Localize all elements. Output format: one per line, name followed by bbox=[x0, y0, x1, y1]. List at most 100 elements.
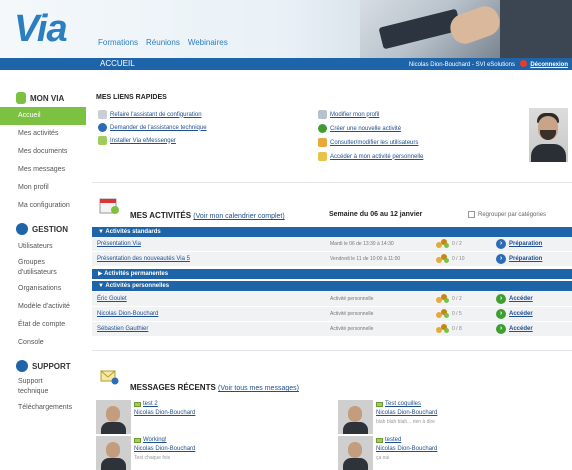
prepare-button[interactable]: › Préparation bbox=[496, 254, 542, 264]
activity-time: Mardi le 06 de 13:30 à 14:30 bbox=[330, 241, 394, 247]
arrow-right-icon: › bbox=[496, 254, 506, 264]
activity-time: Activité personnelle bbox=[330, 296, 374, 302]
category-permanent[interactable]: ▶ Activités permanentes bbox=[92, 269, 572, 279]
section-gestion: GESTION bbox=[0, 223, 86, 235]
help-icon bbox=[16, 360, 28, 372]
table-row: Nicolas Dion-Bouchard Activité personnel… bbox=[92, 307, 572, 322]
quick-link-messenger[interactable]: Installer Via eMessenger bbox=[98, 136, 176, 145]
messages-icon bbox=[100, 370, 119, 385]
user-info: Nicolas Dion-Bouchard - SVI eSolutions D… bbox=[409, 60, 568, 68]
nav-webinaires[interactable]: Webinaires bbox=[188, 38, 228, 47]
envelope-icon bbox=[134, 437, 141, 443]
activity-name[interactable]: Nicolas Dion-Bouchard bbox=[97, 311, 158, 317]
profile-photo[interactable] bbox=[529, 108, 568, 162]
calendar-icon bbox=[318, 152, 327, 161]
message-item[interactable]: Working! Nicolas Dion-Bouchard Test chaq… bbox=[96, 436, 296, 470]
week-label: Semaine du 06 au 12 janvier bbox=[329, 211, 423, 218]
section-mon-via: MON VIA bbox=[0, 92, 86, 104]
message-item[interactable]: tested Nicolas Dion-Bouchard ça oui bbox=[338, 436, 538, 470]
main-content: MES LIENS RAPIDES Refaire l'assistant de… bbox=[92, 70, 572, 470]
user-name: Nicolas Dion-Bouchard - SVI eSolutions bbox=[408, 62, 515, 68]
person-icon bbox=[16, 92, 26, 104]
sidebar-item-support-technique[interactable]: Support technique bbox=[0, 375, 60, 399]
wizard-icon bbox=[98, 110, 107, 119]
participants-icon bbox=[436, 309, 449, 319]
message-item[interactable]: Test coquilles Nicolas Dion-Bouchard bla… bbox=[338, 400, 538, 434]
table-row: Présentation Via Mardi le 06 de 13:30 à … bbox=[92, 237, 572, 252]
nav-reunions[interactable]: Réunions bbox=[146, 38, 180, 47]
message-subject[interactable]: Working! bbox=[143, 437, 167, 443]
users-icon bbox=[318, 138, 327, 147]
message-sender[interactable]: Nicolas Dion-Bouchard bbox=[134, 446, 195, 452]
sidebar-item-console[interactable]: Console bbox=[0, 334, 86, 352]
regroup-checkbox[interactable] bbox=[468, 211, 475, 218]
participants: 0 / 8 bbox=[436, 324, 462, 334]
message-snippet: ça oui bbox=[376, 455, 390, 461]
participants-icon bbox=[436, 324, 449, 334]
message-subject[interactable]: tested bbox=[385, 437, 401, 443]
participants-icon bbox=[436, 254, 449, 264]
sidebar-item-utilisateurs[interactable]: Utilisateurs bbox=[0, 238, 86, 256]
quick-link-edit-profile[interactable]: Modifier mon profil bbox=[318, 110, 379, 119]
category-standard[interactable]: ▼ Activités standards bbox=[92, 227, 572, 237]
quick-link-new-activity[interactable]: Créer une nouvelle activité bbox=[318, 124, 401, 133]
arrow-right-icon: › bbox=[496, 294, 506, 304]
sidebar-item-mes-messages[interactable]: Mes messages bbox=[0, 161, 86, 179]
activity-name[interactable]: Présentation des nouveautés Via 5 bbox=[97, 256, 190, 262]
activity-name[interactable]: Éric Goulet bbox=[97, 296, 127, 302]
header-banner-image bbox=[360, 0, 572, 58]
participants: 0 / 2 bbox=[436, 294, 462, 304]
activities-title: MES ACTIVITÉS (Voir mon calendrier compl… bbox=[130, 211, 285, 220]
add-icon bbox=[318, 124, 327, 133]
divider bbox=[92, 182, 572, 183]
sidebar-item-etat-compte[interactable]: État de compte bbox=[0, 316, 86, 334]
activity-time: Activité personnelle bbox=[330, 326, 374, 332]
access-button[interactable]: › Accéder bbox=[496, 309, 533, 319]
logout-icon[interactable] bbox=[519, 60, 527, 67]
sidebar-item-telechargements[interactable]: Téléchargements bbox=[0, 399, 86, 417]
message-item[interactable]: test 2 Nicolas Dion-Bouchard bbox=[96, 400, 296, 434]
breadcrumb-bar: ACCUEIL Nicolas Dion-Bouchard - SVI eSol… bbox=[0, 58, 572, 70]
all-messages-link[interactable]: (Voir tous mes messages) bbox=[218, 385, 299, 392]
sidebar-item-mes-documents[interactable]: Mes documents bbox=[0, 143, 86, 161]
nav-formations[interactable]: Formations bbox=[98, 38, 138, 47]
category-personal[interactable]: ▼ Activités personnelles bbox=[92, 281, 572, 291]
sidebar-item-organisations[interactable]: Organisations bbox=[0, 280, 86, 298]
arrow-right-icon: › bbox=[496, 309, 506, 319]
participants-icon bbox=[436, 294, 449, 304]
sidebar-item-mon-profil[interactable]: Mon profil bbox=[0, 179, 86, 197]
profile-edit-icon bbox=[318, 110, 327, 119]
logout-link[interactable]: Déconnexion bbox=[530, 62, 568, 68]
prepare-button[interactable]: › Préparation bbox=[496, 239, 542, 249]
sidebar-item-mes-activites[interactable]: Mes activités bbox=[0, 125, 86, 143]
sidebar-item-accueil[interactable]: Accueil bbox=[0, 107, 86, 125]
quick-link-wizard[interactable]: Refaire l'assistant de configuration bbox=[98, 110, 202, 119]
activity-name[interactable]: Présentation Via bbox=[97, 241, 141, 247]
envelope-icon bbox=[134, 401, 141, 407]
avatar bbox=[338, 436, 373, 470]
message-sender[interactable]: Nicolas Dion-Bouchard bbox=[376, 410, 437, 416]
sidebar-item-modele-activite[interactable]: Modèle d'activité bbox=[0, 298, 86, 316]
regroup-toggle[interactable]: Regrouper par catégories bbox=[468, 211, 546, 218]
message-subject[interactable]: Test coquilles bbox=[385, 401, 421, 407]
activities-icon bbox=[99, 198, 119, 214]
sidebar-item-groupes[interactable]: Groupes d'utilisateurs bbox=[0, 256, 70, 280]
table-row: Sébastien Gauthier Activité personnelle … bbox=[92, 322, 572, 337]
message-sender[interactable]: Nicolas Dion-Bouchard bbox=[134, 410, 195, 416]
envelope-icon bbox=[376, 401, 383, 407]
message-subject[interactable]: test 2 bbox=[143, 401, 158, 407]
message-sender[interactable]: Nicolas Dion-Bouchard bbox=[376, 446, 437, 452]
envelope-icon bbox=[376, 437, 383, 443]
calendar-link[interactable]: (Voir mon calendrier complet) bbox=[193, 213, 284, 220]
via-logo[interactable]: Via bbox=[14, 10, 68, 48]
quick-link-support[interactable]: Demander de l'assistance technique bbox=[98, 123, 207, 132]
sidebar-item-ma-configuration[interactable]: Ma configuration bbox=[0, 197, 86, 215]
message-snippet: blah blah blah... rien à dire bbox=[376, 419, 435, 425]
quick-link-personal-activity[interactable]: Accéder à mon activité personnelle bbox=[318, 152, 423, 161]
message-snippet: Test chaque fois bbox=[134, 455, 171, 461]
section-support: SUPPORT bbox=[0, 360, 86, 372]
activity-name[interactable]: Sébastien Gauthier bbox=[97, 326, 148, 332]
access-button[interactable]: › Accéder bbox=[496, 324, 533, 334]
quick-link-users[interactable]: Consulter/modifier les utilisateurs bbox=[318, 138, 418, 147]
access-button[interactable]: › Accéder bbox=[496, 294, 533, 304]
